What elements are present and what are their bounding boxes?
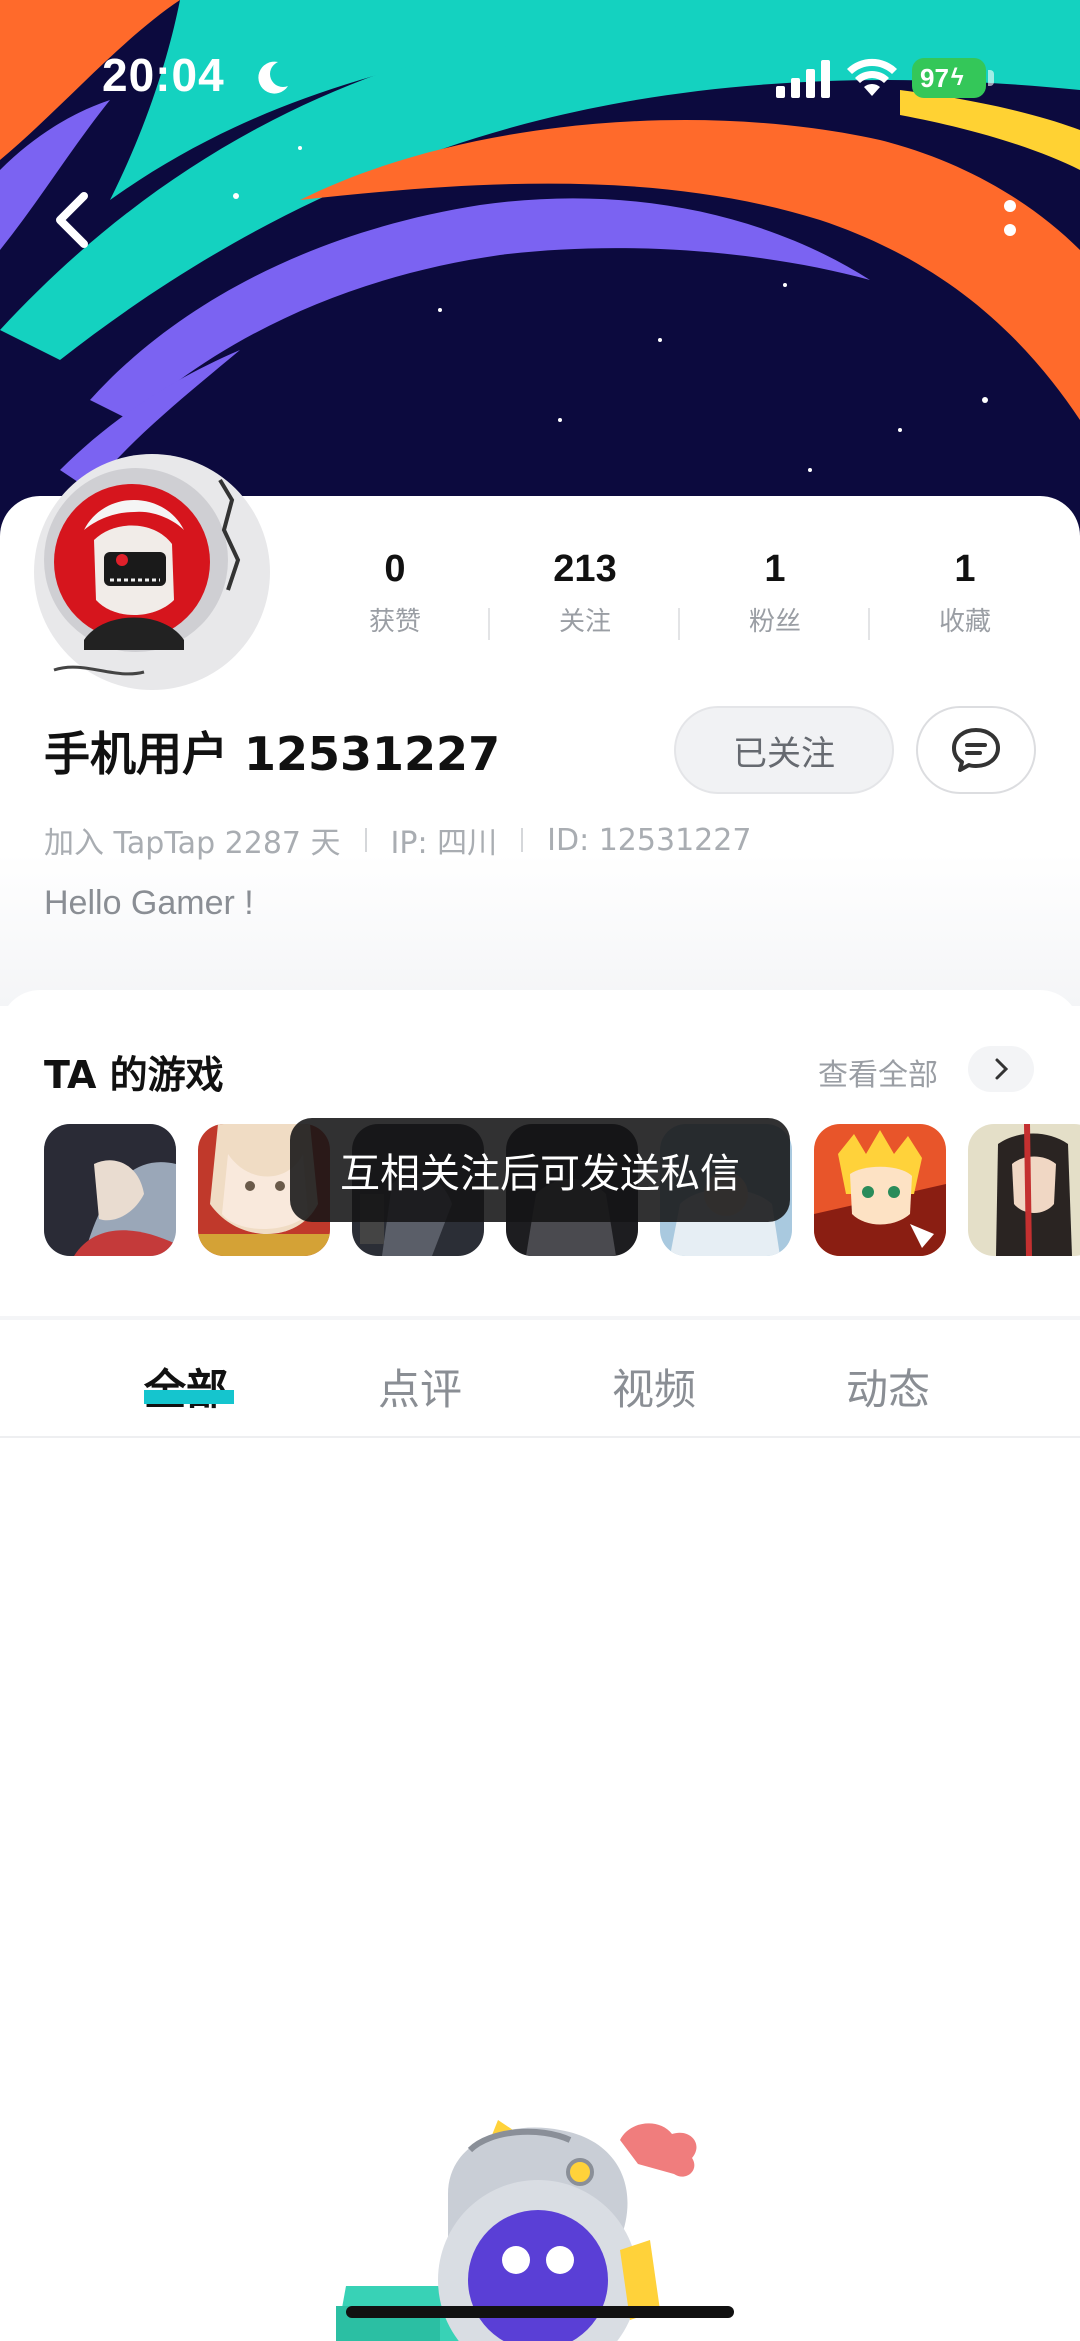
game-icon[interactable] [44, 1124, 176, 1256]
tab-posts[interactable]: 动态 [846, 1356, 930, 1417]
game-icon[interactable] [814, 1124, 946, 1256]
status-bar: 20:04 97 ϟ [0, 0, 1080, 150]
avatar-image [34, 454, 270, 690]
divider [521, 828, 524, 852]
battery-cap [988, 70, 994, 86]
wifi-icon [847, 58, 897, 96]
stat-favorites[interactable]: 1 收藏 [870, 548, 1060, 648]
games-section-title: TA 的游戏 [44, 1053, 224, 1097]
back-button[interactable] [40, 180, 110, 260]
avatar[interactable] [24, 440, 284, 700]
more-options-button[interactable] [990, 190, 1030, 250]
status-time: 20:04 [102, 49, 225, 101]
join-days: 加入 TapTap 2287 天 [44, 826, 341, 861]
active-tab-indicator [144, 1390, 234, 1404]
game-icon[interactable] [968, 1124, 1080, 1256]
battery-level: 97 [920, 62, 949, 93]
message-button[interactable] [916, 706, 1036, 794]
stat-following[interactable]: 213 关注 [490, 548, 680, 648]
following-button[interactable]: 已关注 [674, 706, 894, 794]
chat-bubble-icon [952, 728, 1000, 772]
tab-reviews[interactable]: 点评 [378, 1356, 462, 1417]
stat-value: 1 [954, 548, 976, 590]
stat-value: 213 [553, 548, 617, 590]
view-all-link[interactable]: 查看全部 [818, 1050, 938, 1094]
stat-value: 1 [764, 548, 786, 590]
stat-label: 关注 [558, 607, 611, 637]
profile-stats: 0 获赞 213 关注 1 粉丝 1 收藏 [300, 548, 1060, 648]
home-indicator [346, 2306, 734, 2318]
tab-videos[interactable]: 视频 [612, 1356, 696, 1417]
signal-icon [776, 60, 830, 98]
stat-label: 粉丝 [748, 607, 801, 637]
profile-meta: 加入 TapTap 2287 天 IP: 四川 ID: 12531227 [44, 818, 751, 862]
battery-icon: 97 ϟ [912, 58, 986, 98]
user-id: ID: 12531227 [547, 822, 752, 858]
toast-message: 互相关注后可发送私信 [290, 1118, 790, 1222]
stat-value: 0 [384, 548, 406, 590]
profile-bio: Hello Gamer ! [44, 884, 254, 922]
charging-bolt-icon: ϟ [950, 64, 964, 91]
stat-label: 获赞 [368, 607, 421, 637]
stat-label: 收藏 [938, 607, 991, 637]
chevron-right-icon [995, 1058, 1009, 1080]
moon-icon [258, 61, 288, 94]
ip-location: IP: 四川 [390, 826, 498, 861]
content-tabs: 全部 点评 视频 动态 [0, 1320, 1080, 1438]
tab-all[interactable]: 全部 [144, 1356, 228, 1417]
divider [364, 828, 367, 852]
stat-followers[interactable]: 1 粉丝 [680, 548, 870, 648]
profile-username: 手机用户 12531227 [44, 727, 501, 781]
view-all-button[interactable] [968, 1046, 1034, 1092]
stat-likes[interactable]: 0 获赞 [300, 548, 490, 648]
